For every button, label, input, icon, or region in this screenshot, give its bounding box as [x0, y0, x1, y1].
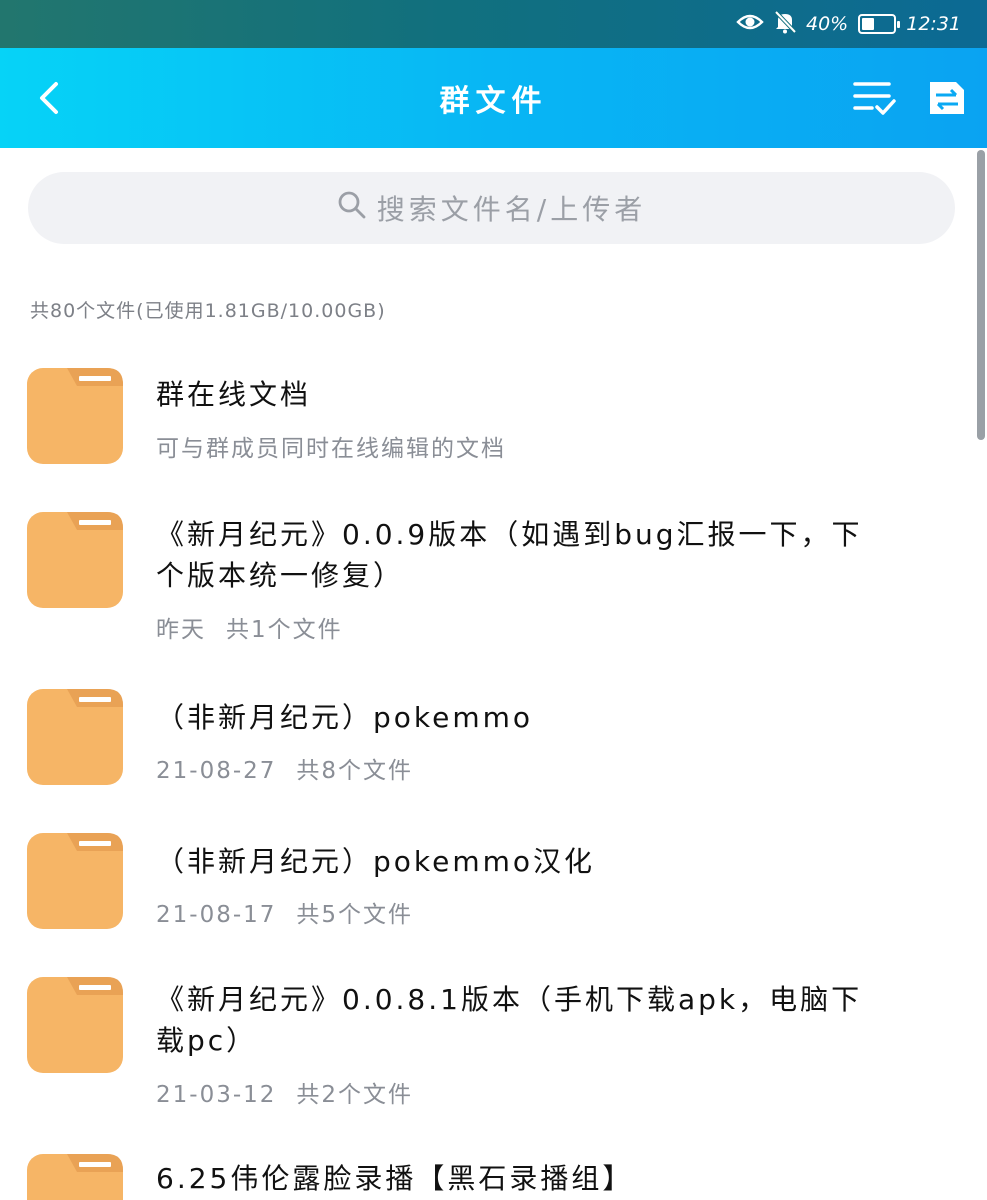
item-name: （非新月纪元）pokemmo汉化	[156, 845, 596, 878]
search-input[interactable]: 搜索文件名/上传者	[28, 172, 955, 244]
item-meta: 21-08-27 共8个文件	[156, 751, 413, 785]
file-transfer-button[interactable]	[926, 76, 970, 120]
item-name: 《新月纪元》0.0.8.1版本（手机下载apk，电脑下载pc）	[156, 983, 863, 1057]
item-count: 共1个文件	[226, 617, 343, 643]
item-description: 可与群成员同时在线编辑的文档	[156, 436, 506, 462]
folder-icon	[27, 368, 123, 464]
clock: 12:31	[906, 13, 961, 35]
item-date: 21-08-17	[156, 902, 277, 928]
folder-icon	[27, 512, 123, 608]
list-item[interactable]: 群在线文档 可与群成员同时在线编辑的文档	[0, 368, 970, 478]
folder-icon	[27, 1154, 123, 1200]
battery-icon	[858, 14, 901, 34]
battery-percent: 40%	[806, 13, 849, 35]
item-date: 21-08-27	[156, 758, 277, 784]
list-item[interactable]: 6.25伟伦露脸录播【黑石录播组】	[0, 1154, 970, 1200]
item-name: 6.25伟伦露脸录播【黑石录播组】	[156, 1162, 634, 1195]
item-meta: 昨天 共1个文件	[156, 610, 343, 644]
search-placeholder: 搜索文件名/上传者	[376, 193, 647, 226]
list-item[interactable]: （非新月纪元）pokemmo 21-08-27 共8个文件	[0, 689, 970, 799]
item-meta: 21-03-12 共2个文件	[156, 1075, 413, 1109]
list-item[interactable]: 《新月纪元》0.0.8.1版本（手机下载apk，电脑下载pc） 21-03-12…	[0, 977, 970, 1117]
folder-icon	[27, 833, 123, 929]
file-transfer-icon	[930, 82, 964, 114]
mute-bell-icon	[774, 10, 797, 39]
item-meta: 21-08-17 共5个文件	[156, 895, 413, 929]
status-bar: 40% 12:31	[0, 0, 987, 48]
list-item[interactable]: （非新月纪元）pokemmo汉化 21-08-17 共5个文件	[0, 833, 970, 943]
item-count: 共5个文件	[296, 902, 414, 928]
item-name: （非新月纪元）pokemmo	[156, 701, 534, 734]
eye-icon	[736, 12, 764, 37]
item-date: 昨天	[156, 617, 206, 643]
battery-level	[862, 18, 875, 30]
checklist-icon	[853, 82, 896, 115]
folder-icon	[27, 689, 123, 785]
list-item[interactable]: 《新月纪元》0.0.9版本（如遇到bug汇报一下，下个版本统一修复） 昨天 共1个…	[0, 512, 970, 652]
folder-icon	[27, 977, 123, 1073]
scrollbar[interactable]	[977, 150, 985, 440]
item-name: 群在线文档	[156, 378, 312, 411]
item-name: 《新月纪元》0.0.9版本（如遇到bug汇报一下，下个版本统一修复）	[156, 518, 863, 592]
file-summary: 共80个文件(已使用1.81GB/10.00GB)	[30, 300, 386, 322]
item-date: 21-03-12	[156, 1082, 277, 1108]
item-count: 共8个文件	[296, 758, 414, 784]
search-icon	[337, 190, 367, 227]
app-header: 群文件	[0, 48, 987, 148]
item-meta: 可与群成员同时在线编辑的文档	[156, 429, 506, 463]
multi-select-button[interactable]	[852, 76, 896, 120]
page-title: 群文件	[439, 84, 548, 119]
status-icons: 40% 12:31	[736, 0, 961, 48]
item-count: 共2个文件	[296, 1082, 414, 1108]
